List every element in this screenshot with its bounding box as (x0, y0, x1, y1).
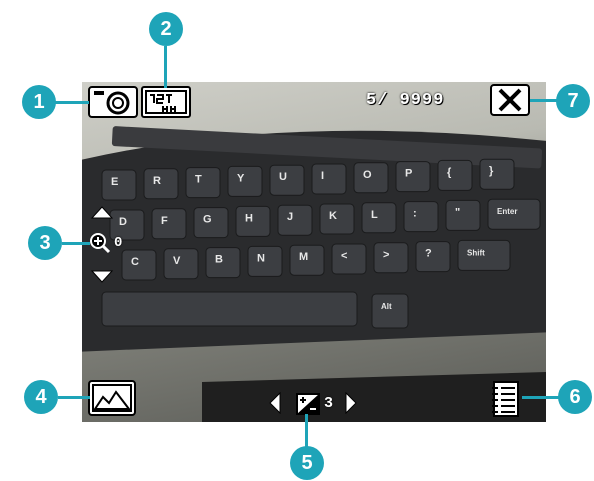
keyboard-key: " (445, 199, 481, 231)
svg-text:Enter: Enter (497, 207, 517, 216)
callout-badge-1: 1 (22, 85, 56, 119)
svg-text:Y: Y (237, 172, 245, 184)
svg-text:>: > (383, 249, 389, 261)
svg-text:<: < (341, 250, 347, 262)
keyboard-key: O (353, 162, 389, 194)
svg-text:F: F (161, 215, 168, 227)
menu-icon[interactable] (490, 380, 522, 418)
keyboard-key: N (247, 245, 283, 277)
svg-text:N: N (257, 252, 265, 264)
svg-text:Alt: Alt (381, 302, 392, 311)
callout-badge-2: 2 (149, 12, 183, 46)
keyboard-key: P (395, 161, 431, 193)
svg-text:": " (455, 206, 460, 218)
camera-viewfinder[interactable]: E R T Y U I O P {} D F G H J K L: " Enter C V B N M < >? Shift Alt (82, 82, 546, 422)
svg-text:H: H (245, 212, 253, 224)
callout-badge-3: 3 (28, 226, 62, 260)
keyboard-key: E (101, 169, 137, 201)
keyboard-key: : (403, 201, 439, 233)
keyboard-spacebar (101, 291, 358, 327)
keyboard-key: V (163, 248, 199, 280)
svg-text:E: E (111, 176, 118, 188)
callout-badge-6: 6 (558, 380, 592, 414)
keyboard-key: } (479, 158, 515, 190)
callout-line-5 (305, 414, 308, 450)
zoom-level: 0 (114, 235, 123, 251)
keyboard-key: ? (415, 241, 451, 273)
keyboard-key: R (143, 168, 179, 200)
keyboard-key: I (311, 163, 347, 195)
exposure-decrease-icon[interactable] (268, 391, 282, 415)
callout-badge-4: 4 (24, 380, 58, 414)
keyboard-key: M (289, 244, 325, 276)
svg-text:R: R (153, 175, 161, 187)
keyboard-key: B (205, 247, 241, 279)
keyboard-key: J (277, 204, 313, 236)
exposure-value: 3 (324, 395, 334, 412)
svg-text:L: L (371, 209, 378, 221)
callout-badge-5: 5 (290, 446, 324, 480)
svg-text:U: U (279, 171, 287, 183)
keyboard-key: U (269, 164, 305, 196)
keyboard-key: Enter (487, 198, 541, 230)
callout-line-1 (55, 101, 89, 104)
zoom-out-arrow-icon[interactable] (90, 270, 114, 284)
svg-text:?: ? (425, 248, 432, 260)
svg-text:V: V (173, 255, 181, 267)
svg-text:}: } (489, 165, 494, 177)
zoom-in-arrow-icon[interactable] (90, 205, 114, 219)
exposure-icon (296, 393, 320, 415)
photo-counter: 5/ 9999 (366, 91, 445, 110)
svg-text:C: C (131, 256, 139, 268)
exposure-increase-icon[interactable] (344, 391, 358, 415)
viewfinder-image: E R T Y U I O P {} D F G H J K L: " Enter C V B N M < >? Shift Alt (82, 126, 546, 422)
svg-text:{: { (447, 166, 452, 178)
svg-text:J: J (287, 211, 293, 223)
svg-text:Shift: Shift (467, 248, 485, 257)
svg-text:K: K (329, 210, 337, 222)
svg-text:D: D (119, 216, 127, 228)
keyboard-key: { (437, 159, 473, 191)
svg-text:G: G (203, 214, 212, 226)
svg-text:B: B (215, 254, 223, 266)
keyboard-key: F (151, 208, 187, 240)
keyboard-key: Shift (457, 239, 511, 271)
keyboard-key: < (331, 243, 367, 275)
callout-line-4 (58, 396, 90, 399)
svg-text:M: M (299, 251, 308, 263)
keyboard-key: Alt (371, 293, 409, 329)
keyboard-key: C (121, 249, 157, 281)
zoom-icon (88, 232, 112, 254)
close-icon[interactable] (490, 84, 530, 116)
album-icon[interactable] (88, 380, 136, 416)
svg-text:T: T (195, 174, 202, 186)
callout-line-6 (522, 396, 560, 399)
capture-mode-icon[interactable] (88, 86, 138, 118)
callout-line-3 (62, 242, 90, 245)
keyboard-key: K (319, 203, 355, 235)
callout-line-7 (530, 99, 558, 102)
keyboard-key: > (373, 242, 409, 274)
svg-text:O: O (363, 169, 372, 181)
keyboard-key: Y (227, 165, 263, 197)
callout-line-2 (164, 46, 167, 88)
keyboard-key: L (361, 202, 397, 234)
resolution-icon[interactable] (141, 86, 191, 118)
svg-text:I: I (321, 170, 324, 182)
keyboard-key: G (193, 207, 229, 239)
keyboard-key: H (235, 205, 271, 237)
callout-badge-7: 7 (556, 84, 590, 118)
svg-text::: : (413, 208, 417, 220)
keyboard-key: T (185, 167, 221, 199)
svg-text:P: P (405, 168, 412, 180)
